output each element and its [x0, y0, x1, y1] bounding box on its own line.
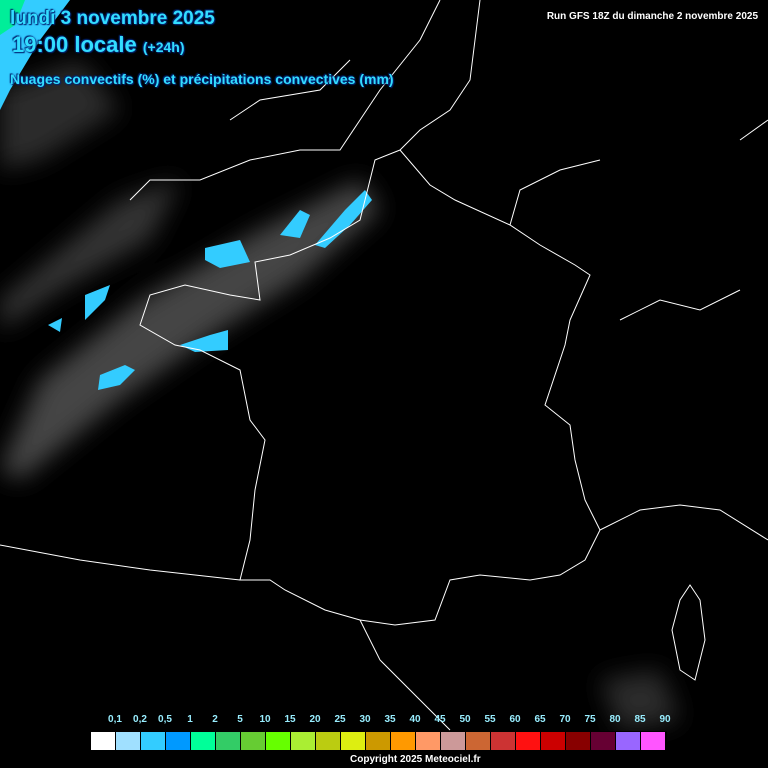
legend-swatch	[591, 732, 616, 750]
legend-swatch	[216, 732, 241, 750]
legend-swatch	[541, 732, 566, 750]
corsica	[671, 584, 706, 681]
legend-label: 45	[434, 714, 446, 725]
weather-map: lundi 3 novembre 2025 19:00 locale (+24h…	[0, 0, 768, 768]
legend-swatch	[516, 732, 541, 750]
map-canvas	[0, 0, 768, 731]
legend-swatch	[266, 732, 291, 750]
legend-swatch	[366, 732, 391, 750]
copyright: Copyright 2025 Meteociel.fr	[350, 754, 481, 765]
legend-label: 2	[212, 714, 218, 725]
legend-swatch	[291, 732, 316, 750]
legend-label: 0,2	[133, 714, 147, 725]
legend-label: 55	[484, 714, 496, 725]
legend-label: 75	[584, 714, 596, 725]
forecast-date: lundi 3 novembre 2025	[10, 8, 215, 29]
forecast-offset: (+24h)	[142, 39, 185, 55]
france-outline	[139, 149, 601, 626]
legend-label: 85	[634, 714, 646, 725]
legend-label: 35	[384, 714, 396, 725]
legend-swatch	[341, 732, 366, 750]
legend-swatch	[566, 732, 591, 750]
legend-label: 65	[534, 714, 546, 725]
legend-swatch	[441, 732, 466, 750]
legend-swatch	[391, 732, 416, 750]
legend-label: 30	[359, 714, 371, 725]
spain-coast	[0, 544, 451, 731]
forecast-time: 19:00 locale (+24h)	[12, 32, 185, 58]
legend-labels: 0,1 0,2 0,5 1 2 5 10 15 20 25 30 35 40 45 50 55 60 65 70 75…	[90, 714, 671, 728]
legend-swatch	[491, 732, 516, 750]
color-legend	[90, 731, 667, 751]
legend-label: 25	[334, 714, 346, 725]
legend-label: 15	[284, 714, 296, 725]
legend-swatch	[141, 732, 166, 750]
legend-label: 5	[237, 714, 243, 725]
legend-label: 0,1	[108, 714, 122, 725]
legend-swatch	[191, 732, 216, 750]
legend-label: 0,5	[158, 714, 172, 725]
legend-swatch	[116, 732, 141, 750]
benelux	[399, 0, 768, 226]
legend-label: 50	[459, 714, 471, 725]
legend-label: 60	[509, 714, 521, 725]
legend-label: 80	[609, 714, 621, 725]
legend-label: 70	[559, 714, 571, 725]
legend-swatch	[241, 732, 266, 750]
legend-swatch	[416, 732, 441, 750]
italy-coast	[599, 289, 768, 541]
legend-swatch	[316, 732, 341, 750]
local-time: 19:00 locale	[12, 32, 137, 57]
legend-label: 90	[659, 714, 671, 725]
legend-swatch	[641, 732, 666, 750]
legend-swatch	[466, 732, 491, 750]
legend-label: 1	[187, 714, 193, 725]
legend-swatch	[616, 732, 641, 750]
legend-label: 40	[409, 714, 421, 725]
parameter-title: Nuages convectifs (%) et précipitations …	[10, 71, 394, 87]
legend-label: 20	[309, 714, 321, 725]
legend-swatch	[166, 732, 191, 750]
cloud-cover	[0, 60, 680, 730]
legend-label: 10	[259, 714, 271, 725]
uk-coast	[129, 0, 441, 201]
legend-swatch	[91, 732, 116, 750]
model-run: Run GFS 18Z du dimanche 2 novembre 2025	[546, 11, 758, 22]
